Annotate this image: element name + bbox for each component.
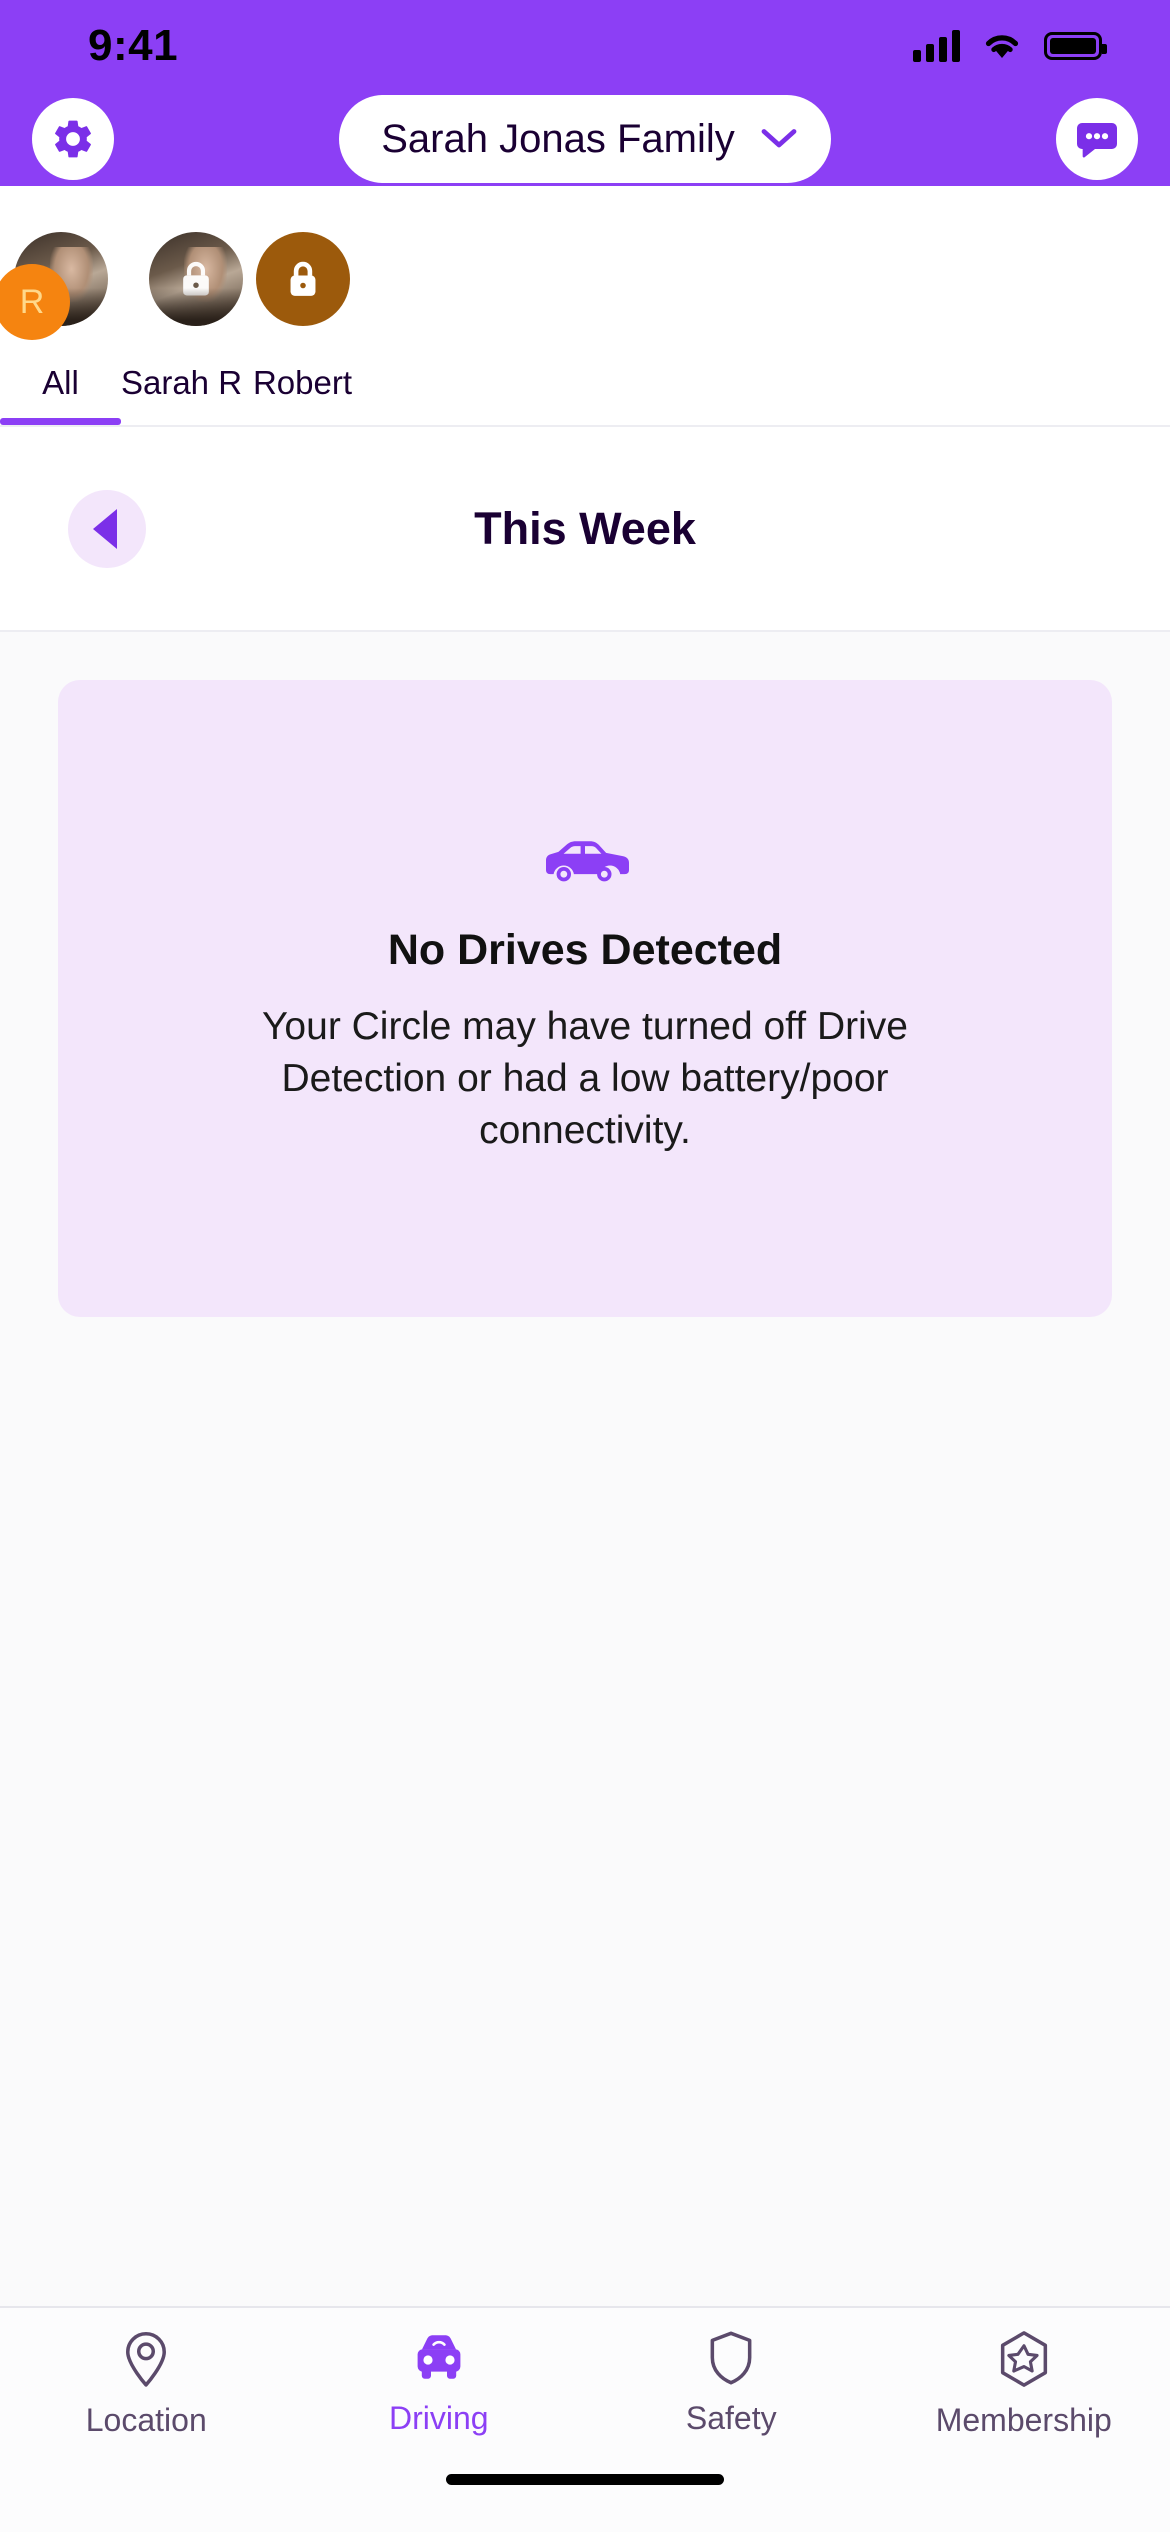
tab-membership[interactable]: Membership [878, 2330, 1170, 2439]
week-title: This Week [474, 502, 696, 554]
messages-button[interactable] [1055, 98, 1138, 180]
no-drives-title: No Drives Detected [387, 926, 783, 974]
shield-icon [710, 2331, 752, 2385]
inactive-tab-underline [242, 418, 363, 425]
gear-icon [55, 120, 91, 158]
avatar-initial-badge: R [0, 264, 70, 340]
status-bar: 9:41 [0, 0, 1170, 92]
status-bar-icons [913, 30, 1107, 62]
bottom-tab-bar: Location Driving Safety Membership [0, 2306, 1170, 2474]
inactive-tab-underline [121, 418, 242, 425]
member-tab-all[interactable]: R All [0, 232, 121, 425]
car-front-icon [417, 2335, 461, 2379]
member-tab-sarah-r[interactable]: Sarah R [120, 232, 243, 425]
lock-icon [290, 261, 316, 296]
hexagon-star-icon [1000, 2331, 1047, 2387]
member-tab-label: Sarah R [120, 364, 243, 401]
member-tab-label: Robert [252, 364, 353, 401]
app-screen: 9:41 Sarah Jonas Family R All Sarah R Ro… [0, 0, 1170, 2532]
main-content: No Drives Detected Your Circle may have … [0, 632, 1170, 2306]
avatar-robert [242, 232, 363, 350]
avatar-stack-all: R [0, 232, 121, 350]
tab-driving[interactable]: Driving [293, 2330, 586, 2437]
status-bar-time: 9:41 [88, 21, 179, 70]
map-pin-icon [126, 2332, 167, 2387]
app-header: 9:41 Sarah Jonas Family [0, 0, 1170, 186]
home-indicator-area [0, 2474, 1170, 2532]
tab-label: Membership [935, 2402, 1112, 2438]
avatar-photo [148, 232, 243, 326]
home-indicator[interactable] [446, 2474, 724, 2485]
circle-selector[interactable]: Sarah Jonas Family [339, 95, 831, 183]
member-tabs-list: R All Sarah R Robert [0, 186, 1170, 425]
week-navigation-bar: This Week [0, 427, 1170, 632]
header-nav-row: Sarah Jonas Family [0, 92, 1170, 186]
triangle-left-icon [93, 508, 117, 549]
tab-location[interactable]: Location [0, 2330, 293, 2439]
no-drives-card: No Drives Detected Your Circle may have … [58, 680, 1112, 1317]
lock-overlay [149, 232, 243, 326]
tab-safety[interactable]: Safety [585, 2330, 878, 2437]
previous-week-button[interactable] [68, 489, 146, 568]
settings-button[interactable] [32, 98, 114, 180]
tab-label: Safety [685, 2400, 777, 2436]
chevron-down-icon [761, 129, 797, 148]
battery-full-icon [1044, 32, 1107, 60]
member-tabs-bar: R All Sarah R Robert [0, 186, 1170, 427]
tab-label: Driving [388, 2400, 489, 2436]
no-drives-description: Your Circle may have turned off Drive De… [262, 1005, 908, 1152]
member-tab-label: All [42, 364, 79, 401]
avatar-sarah-r [121, 232, 243, 350]
lock-icon [182, 261, 209, 296]
circle-name-label: Sarah Jonas Family [381, 116, 735, 161]
wifi-icon [985, 35, 1019, 58]
tab-label: Location [85, 2402, 207, 2438]
member-tab-robert[interactable]: Robert [242, 232, 363, 425]
cellular-bars-icon [913, 30, 960, 62]
car-side-icon [546, 841, 629, 882]
chat-bubble-icon [1076, 123, 1117, 158]
active-tab-underline [0, 418, 121, 425]
avatar-circle [256, 232, 350, 326]
